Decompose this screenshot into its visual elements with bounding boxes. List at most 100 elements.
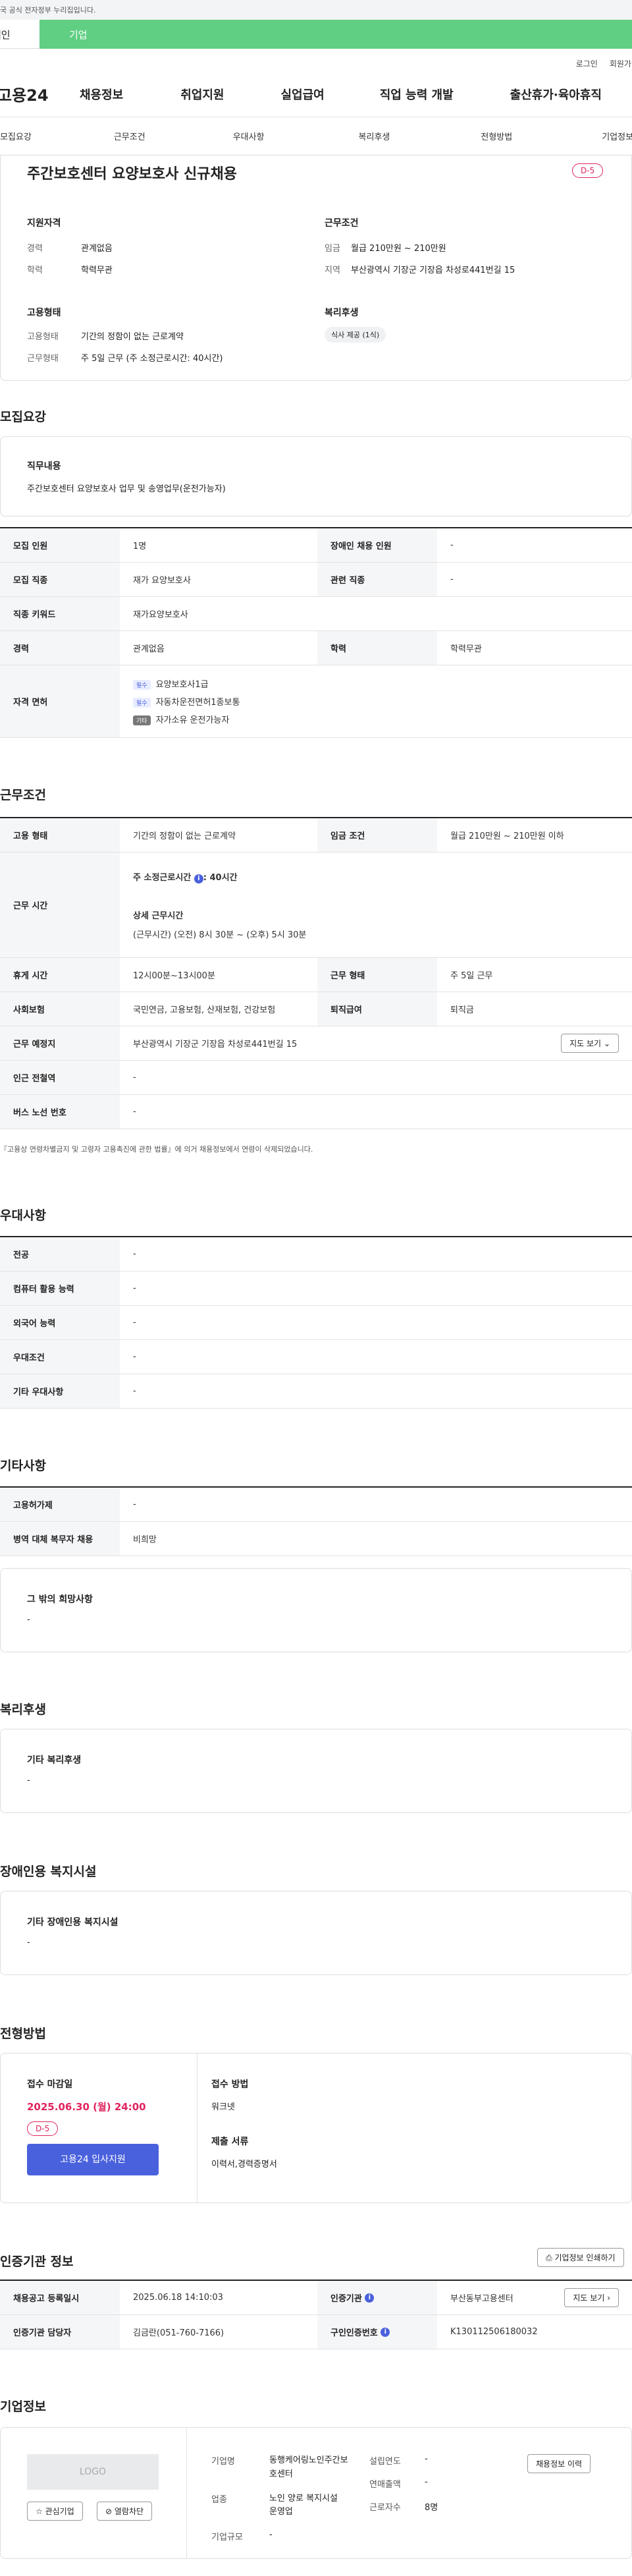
snb-welfare[interactable]: 복리후생 xyxy=(359,130,390,142)
th-military: 병역 대체 복무자 채용 xyxy=(0,1522,120,1555)
th-cert-manager: 인증기관 담당자 xyxy=(0,2315,120,2349)
scale-value: - xyxy=(269,2530,273,2540)
wish-heading: 그 밖의 희망사항 xyxy=(27,1594,93,1605)
th-computer: 컴퓨터 활용 능력 xyxy=(0,1272,120,1305)
history-button[interactable]: 채용정보 이력 xyxy=(527,2454,591,2473)
info-icon[interactable]: i xyxy=(194,874,203,883)
td-work-form: 주 5일 근무 xyxy=(450,971,493,981)
block-button[interactable]: ⊘ 열람차단 xyxy=(97,2502,153,2521)
cert-map-button[interactable]: 지도 보기 › xyxy=(564,2288,619,2307)
license-tag: 필수 xyxy=(133,698,151,708)
employees-value: 8명 xyxy=(425,2503,438,2513)
snb-recruit[interactable]: 모집요강 xyxy=(0,130,32,142)
other-table: 고용허가제 - 병역 대체 복무자 채용 비희망 xyxy=(0,1486,632,1556)
company-card: LOGO ☆ 관심기업 ⊘ 열람차단 기업명 동행케어링노인주간보호센터 업종 노인… xyxy=(0,2427,632,2559)
emptype-label: 고용형태 xyxy=(27,332,59,342)
deadline-label: 접수 마감일 xyxy=(27,2079,73,2090)
duty-value: 주간보호센터 요양보호사 업무 및 송영업무(운전가능자) xyxy=(27,484,226,494)
pref-title: 우대사항 xyxy=(0,1208,46,1223)
th-workplace: 근무 예정지 xyxy=(0,1026,120,1060)
emptype-value: 기간의 정함이 없는 근로계약 xyxy=(81,332,184,342)
detail-hours-value: (근무시간) (오전) 8시 30분 ~ (오후) 5시 30분 xyxy=(133,930,307,940)
td-cert-number: K130112506180032 xyxy=(450,2327,538,2337)
method-value: 워크넷 xyxy=(211,2102,235,2112)
th-work-form: 근무 형태 xyxy=(317,958,437,992)
th-cert-agency: 인증기관 xyxy=(330,2294,362,2304)
gnb-jobs[interactable]: 채용정보 xyxy=(80,86,123,103)
qual-heading: 지원자격 xyxy=(27,218,61,229)
print-icon: ⎙ xyxy=(546,2253,552,2262)
site-logo[interactable]: 고용24 xyxy=(0,82,70,105)
th-hours: 근무 시간 xyxy=(0,853,120,957)
map-button[interactable]: 지도 보기 ⌄ xyxy=(561,1034,619,1053)
disab-card: 기타 장애인용 복지시설 - xyxy=(0,1891,632,1975)
signup-link[interactable]: 회원가입 xyxy=(610,59,632,69)
apply-button[interactable]: 고용24 입사지원 xyxy=(27,2144,159,2175)
th-emp-type: 고용 형태 xyxy=(0,818,120,852)
login-link[interactable]: 로그인 xyxy=(576,59,598,69)
chevron-down-icon: ⌄ xyxy=(603,1039,610,1048)
snb-selection[interactable]: 전형방법 xyxy=(481,130,512,142)
license-item: 요양보호사1급 xyxy=(155,680,209,690)
block-icon: ⊘ xyxy=(105,2507,113,2516)
info-icon[interactable]: i xyxy=(381,2327,390,2337)
info-icon[interactable]: i xyxy=(365,2293,375,2303)
employees-label: 근로자수 xyxy=(369,2503,401,2513)
sales-label: 연매출액 xyxy=(369,2480,401,2490)
snb-work[interactable]: 근무조건 xyxy=(114,130,145,142)
td-pref-cond: - xyxy=(133,1352,136,1362)
dday-badge-2: D-5 xyxy=(27,2121,59,2136)
sales-value: - xyxy=(425,2477,428,2487)
td-break: 12시00분~13시00분 xyxy=(133,971,215,981)
fav-button[interactable]: ☆ 관심기업 xyxy=(27,2502,83,2521)
gnb-employment-support[interactable]: 취업지원 xyxy=(180,86,224,103)
company-logo: LOGO xyxy=(27,2454,159,2490)
workform-label: 근무형태 xyxy=(27,354,59,364)
th-break: 휴게 시간 xyxy=(0,958,120,992)
td-workplace: 부산광역시 기장군 기장읍 차성로441번길 15 xyxy=(133,1040,298,1050)
gnb-unemployment-benefit[interactable]: 실업급여 xyxy=(281,86,325,103)
wish-card: 그 밖의 희망사항 - xyxy=(0,1568,632,1652)
tab-individual[interactable]: 개인 xyxy=(0,20,40,49)
workform-value: 주 5일 근무 (주 소정근로시간: 40시간) xyxy=(81,354,223,364)
est-label: 설립연도 xyxy=(369,2457,401,2467)
welfare-heading: 복리후생 xyxy=(325,308,359,318)
license-item: 자동차운전면허1종보통 xyxy=(155,698,240,708)
td-military: 비희망 xyxy=(133,1535,157,1545)
select-title: 전형방법 xyxy=(0,2027,46,2041)
license-tag: 필수 xyxy=(133,680,151,690)
th-related-job: 관련 직종 xyxy=(317,563,437,596)
welfare-other-heading: 기타 복리후생 xyxy=(27,1755,82,1766)
method-label: 접수 방법 xyxy=(211,2079,249,2090)
career-value: 관계없음 xyxy=(81,244,113,254)
td-emp-type: 기간의 정함이 없는 근로계약 xyxy=(133,831,236,841)
tab-company[interactable]: 기업 xyxy=(40,20,632,49)
company-title: 기업정보 xyxy=(0,2399,46,2414)
cert-table: 채용공고 등록일시 2025.06.18 14:10:03 인증기관 i 부산동부고용… xyxy=(0,2280,632,2349)
welfare-title: 복리후생 xyxy=(0,1702,46,1717)
th-job: 모집 직종 xyxy=(0,563,120,596)
print-button[interactable]: ⎙ 기업정보 인쇄하기 xyxy=(537,2248,624,2267)
th-registered: 채용공고 등록일시 xyxy=(0,2281,120,2314)
wish-value: - xyxy=(27,1615,30,1625)
td-edu: 학력무관 xyxy=(450,644,482,654)
snb-preference[interactable]: 우대사항 xyxy=(233,130,265,142)
license-list: 필수 요양보호사1급 필수 자동차운전면허1종보통 기타 자가소유 운전가능자 xyxy=(120,668,632,735)
td-pref-other: - xyxy=(133,1386,136,1396)
th-subway: 인근 전철역 xyxy=(0,1061,120,1094)
gnb-vocational-training[interactable]: 직업 능력 개발 xyxy=(380,86,454,103)
detail-hours-label: 상세 근무시간 xyxy=(133,910,184,921)
th-pref-other: 기타 우대사항 xyxy=(0,1374,120,1408)
deadline-value: 2025.06.30 (월) 24:00 xyxy=(27,2101,146,2113)
company-name-label: 기업명 xyxy=(211,2457,235,2467)
duty-card: 직무내용 주간보호센터 요양보호사 업무 및 송영업무(운전가능자) xyxy=(0,436,632,517)
doc-label: 제출 서류 xyxy=(211,2137,249,2147)
gnb-parental-leave[interactable]: 출산휴가·육아휴직 xyxy=(510,86,602,103)
recruit-table: 모집 인원 1명 장애인 채용 인원 - 모집 직종 재가 요양보호사 관련 직종 - 직종… xyxy=(0,527,632,738)
wage-label: 임금 xyxy=(325,244,340,254)
emp-heading: 고용형태 xyxy=(27,308,61,318)
welfare-other-value: - xyxy=(27,1776,30,1785)
industry-value: 노인 양로 복지시설 운영업 xyxy=(269,2493,338,2517)
td-cert-manager: 김금란(051-760-7166) xyxy=(133,2328,224,2338)
snb-company[interactable]: 기업정보 xyxy=(602,130,632,142)
